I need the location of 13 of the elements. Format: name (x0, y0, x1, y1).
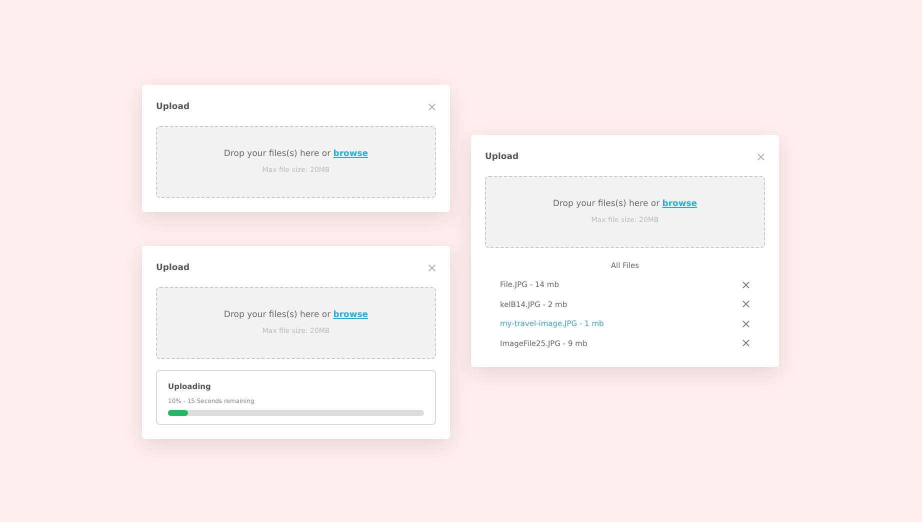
dialog-title: Upload (156, 101, 190, 114)
close-icon[interactable] (428, 103, 436, 112)
close-icon[interactable] (428, 264, 436, 272)
remove-icon[interactable] (742, 280, 750, 289)
dialog-title: Upload (156, 262, 190, 275)
remove-icon[interactable] (742, 320, 750, 328)
remove-icon[interactable] (742, 300, 750, 308)
remove-icon[interactable] (742, 339, 750, 348)
drop-prompt: Drop your files(s) here or browse (224, 309, 368, 322)
drop-prompt: Drop your files(s) here or browse (552, 198, 698, 211)
close-icon[interactable] (757, 153, 765, 162)
drop-prompt: Drop your files(s) here or browse (224, 148, 368, 161)
dialog-title: Upload (485, 151, 519, 164)
